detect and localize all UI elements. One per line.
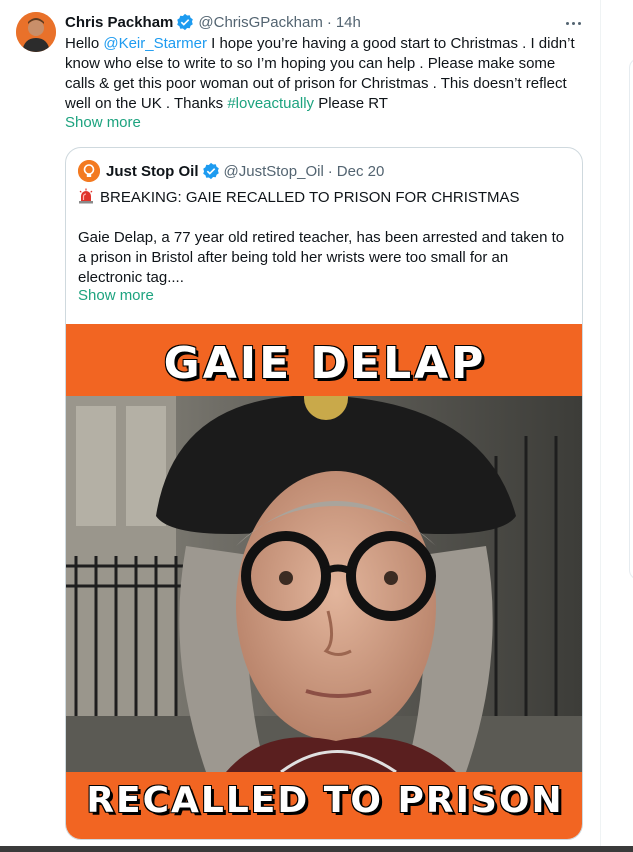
more-horizontal-icon <box>565 21 569 25</box>
quoted-tweet[interactable]: Just Stop Oil @JustStop_Oil · Dec 20 BRE… <box>65 147 583 840</box>
siren-icon <box>79 188 93 204</box>
mention-link[interactable]: @Keir_Starmer <box>103 35 207 52</box>
lightbulb-logo-icon <box>78 160 100 182</box>
tweet-text: Hello @Keir_Starmer I hope you’re having… <box>65 35 575 112</box>
quoted-body: Gaie Delap, a 77 year old retired teache… <box>78 229 565 286</box>
quoted-media-image[interactable]: GAIE DELAP RECALLED TO PRISON <box>66 324 582 839</box>
separator-dot: · <box>326 13 332 31</box>
sidebar-card-edge <box>629 58 633 580</box>
verified-badge-icon <box>177 13 194 31</box>
woman-portrait-image <box>66 396 582 772</box>
portrait-photo <box>66 396 582 772</box>
window-bottom-edge <box>0 846 633 852</box>
show-more-link[interactable]: Show more <box>65 114 141 131</box>
tweet-header: Chris Packham @ChrisGPackham · 14h <box>65 12 361 32</box>
separator-dot: · <box>327 162 333 180</box>
quoted-author-handle[interactable]: @JustStop_Oil <box>224 163 324 180</box>
tweet[interactable]: Chris Packham @ChrisGPackham · 14h Hello… <box>0 0 600 846</box>
person-avatar-icon <box>16 12 56 52</box>
quoted-headline: BREAKING: GAIE RECALLED TO PRISON FOR CH… <box>78 188 574 208</box>
poster-caption: RECALLED TO PRISON <box>86 780 564 821</box>
tweet-timestamp[interactable]: 14h <box>336 14 361 31</box>
more-options-button[interactable] <box>562 12 584 34</box>
quoted-author-avatar[interactable] <box>78 160 100 182</box>
quoted-show-more-link[interactable]: Show more <box>78 287 154 304</box>
quoted-tweet-date[interactable]: Dec 20 <box>337 163 385 180</box>
poster-title: GAIE DELAP <box>163 338 487 389</box>
quoted-author-name[interactable]: Just Stop Oil <box>106 163 199 180</box>
author-avatar[interactable] <box>16 12 56 52</box>
verified-badge-icon <box>202 162 219 180</box>
hashtag-link[interactable]: #loveactually <box>227 95 314 112</box>
right-sidebar-edge <box>600 0 633 852</box>
author-handle[interactable]: @ChrisGPackham <box>198 14 322 31</box>
author-name[interactable]: Chris Packham <box>65 14 173 31</box>
quoted-tweet-text: BREAKING: GAIE RECALLED TO PRISON FOR CH… <box>78 188 574 288</box>
quoted-tweet-header: Just Stop Oil @JustStop_Oil · Dec 20 <box>78 160 384 182</box>
